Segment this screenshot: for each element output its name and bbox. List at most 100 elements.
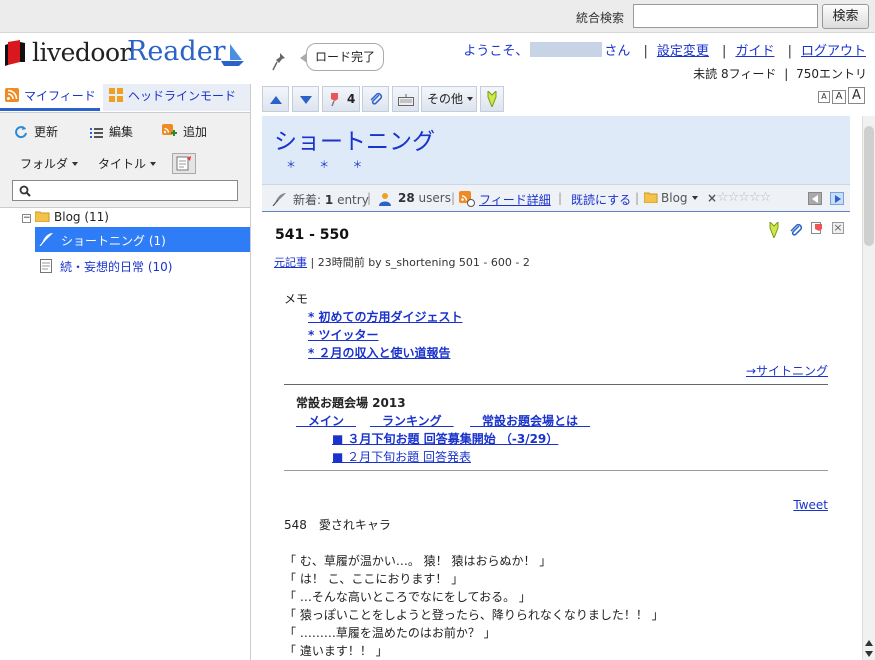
book-logo-icon: [5, 40, 25, 66]
tree-item-label: ショートニング (1): [61, 234, 166, 248]
memo-toggle-button[interactable]: [172, 153, 196, 174]
entry-article: 541 - 550 × 元記事 | 23時間前 by s_shortening …: [262, 213, 850, 660]
font-medium-button[interactable]: A: [832, 90, 846, 104]
venue-nav-ranking[interactable]: ランキング: [370, 412, 454, 429]
rating-stars[interactable]: ☆☆☆☆☆: [717, 190, 771, 205]
users-icon: [379, 193, 391, 206]
unsubscribe-icon[interactable]: ×: [707, 191, 717, 205]
grid-icon: [109, 88, 123, 102]
font-small-button[interactable]: A: [818, 91, 830, 103]
scrollbar-thumb[interactable]: [864, 126, 874, 246]
dialogue-line: 「 ………草履を温めたのはお前か？ 」: [284, 626, 496, 640]
guide-link[interactable]: ガイド: [735, 40, 774, 59]
venue-nav-main[interactable]: メイン: [296, 412, 356, 429]
font-large-button[interactable]: A: [848, 87, 865, 104]
venue-item-call[interactable]: ■ ３月下旬お題 回答募集開始 （-3/29）: [332, 430, 558, 447]
scroll-down-icon[interactable]: [865, 651, 873, 657]
divider: [284, 470, 828, 471]
tab-myfeed[interactable]: マイフィード: [0, 84, 100, 111]
title-sort-dropdown[interactable]: タイトル: [98, 155, 157, 172]
folder-blog[interactable]: − Blog (11): [22, 210, 109, 224]
refresh-button[interactable]: 更新: [14, 123, 58, 140]
username-redacted: [530, 42, 603, 57]
folder-icon: [643, 192, 658, 204]
up-arrow-icon: [270, 96, 282, 104]
feed-title[interactable]: ショートニング: [274, 122, 435, 156]
sightening-link[interactable]: →サイトニング: [746, 362, 828, 379]
pushpin-icon[interactable]: [811, 222, 824, 237]
close-entry-button[interactable]: ×: [832, 222, 844, 234]
prev-page-button[interactable]: [808, 192, 822, 205]
search-input[interactable]: [633, 4, 818, 28]
dialogue-line: 「 は！ こ、ここにおります！ 」: [284, 572, 464, 586]
tag-icon: [487, 89, 497, 109]
refresh-icon: [15, 126, 27, 139]
entry-meta: 元記事 | 23時間前 by s_shortening 501 - 600 - …: [274, 256, 530, 269]
search-icon: [19, 185, 31, 197]
settings-link[interactable]: 設定変更: [657, 40, 709, 59]
next-feed-button[interactable]: [292, 86, 319, 112]
feather-icon: [39, 233, 53, 246]
venue-title: 常設お題会場 2013: [296, 396, 406, 410]
tag-icon[interactable]: [768, 222, 780, 238]
tweet-link[interactable]: Tweet: [793, 498, 828, 512]
dialogue-line: 「 む、草履が温かい…。 猿！ 猿はおらぬか！ 」: [284, 554, 552, 568]
logout-link[interactable]: ログアウト: [801, 40, 866, 59]
document-icon: [40, 259, 52, 273]
pin-count: 4: [347, 92, 356, 106]
memo-link-twitter[interactable]: * ツイッター: [308, 326, 378, 343]
pin-list-button[interactable]: 4: [322, 86, 360, 112]
welcome-text: ようこそ、: [463, 44, 529, 59]
entry-scrollbar[interactable]: [862, 116, 875, 660]
status-bubble: ロード完了: [300, 43, 384, 71]
scroll-up-icon[interactable]: [865, 640, 873, 646]
folder-select-dropdown[interactable]: Blog: [643, 191, 698, 205]
tree-item-selected[interactable]: ショートニング (1): [35, 227, 250, 252]
font-size-controls: AAA: [816, 87, 865, 104]
other-menu-dropdown[interactable]: その他: [421, 86, 477, 112]
rss-feed-icon: [5, 88, 19, 102]
feed-detail-link[interactable]: フィード詳細: [479, 191, 551, 208]
memo-link-income-report[interactable]: * ２月の収入と使い道報告: [308, 344, 450, 361]
feather-icon: [272, 193, 286, 206]
paperclip-icon[interactable]: [789, 223, 803, 237]
tree-item[interactable]: 続・妄想的日常 (10): [40, 258, 172, 275]
tree-item-label: 続・妄想的日常 (10): [60, 260, 173, 274]
feed-filter-input[interactable]: [12, 180, 238, 201]
venue-nav-about[interactable]: 常設お題会場とは: [470, 412, 590, 429]
pane-divider[interactable]: [250, 84, 251, 660]
add-feed-icon: [162, 124, 177, 136]
logo-livedoor-text: livedoor: [32, 38, 131, 67]
memo-link-digest[interactable]: * 初めての方用ダイジェスト: [308, 308, 462, 325]
unread-counts: 未読 8フィード | 750エントリ: [693, 67, 867, 81]
clip-button[interactable]: [362, 86, 389, 112]
entry-title[interactable]: 541 - 550: [275, 227, 349, 243]
venue-item-results[interactable]: ■ ２月下旬お題 回答発表: [332, 448, 471, 465]
folder-icon: [34, 211, 50, 223]
collapse-icon[interactable]: −: [22, 214, 31, 223]
search-label: 統合検索: [576, 11, 625, 25]
user-nav: ようこそ、 さん | 設定変更 | ガイド | ログアウト: [463, 40, 866, 59]
pin-icon[interactable]: [271, 52, 287, 72]
tab-headline-mode[interactable]: ヘッドラインモード: [103, 84, 250, 111]
source-article-link[interactable]: 元記事: [274, 256, 307, 269]
next-page-button[interactable]: [830, 192, 844, 205]
tag-button[interactable]: [480, 86, 504, 112]
down-arrow-icon: [300, 96, 312, 104]
keyboard-button[interactable]: [392, 86, 419, 112]
add-feed-button[interactable]: 追加: [162, 123, 207, 140]
dialogue-line: 「 違います！！ 」: [284, 644, 388, 658]
feed-header: ショートニング ＊ ＊ ＊: [262, 116, 850, 184]
edit-button[interactable]: 編集: [90, 123, 133, 140]
pushpin-icon: [331, 93, 338, 106]
divider: [284, 384, 828, 385]
list-icon: [90, 128, 103, 138]
mark-read-link[interactable]: 既読にする: [571, 191, 631, 208]
prev-feed-button[interactable]: [262, 86, 289, 112]
search-button[interactable]: 検索: [822, 4, 869, 29]
folder-dropdown[interactable]: フォルダ: [20, 155, 79, 172]
subscriber-count[interactable]: 28 users: [398, 191, 451, 205]
memo-label: メモ: [284, 292, 309, 306]
note-icon: [176, 156, 191, 171]
feed-subtitle: ＊ ＊ ＊: [286, 160, 373, 171]
